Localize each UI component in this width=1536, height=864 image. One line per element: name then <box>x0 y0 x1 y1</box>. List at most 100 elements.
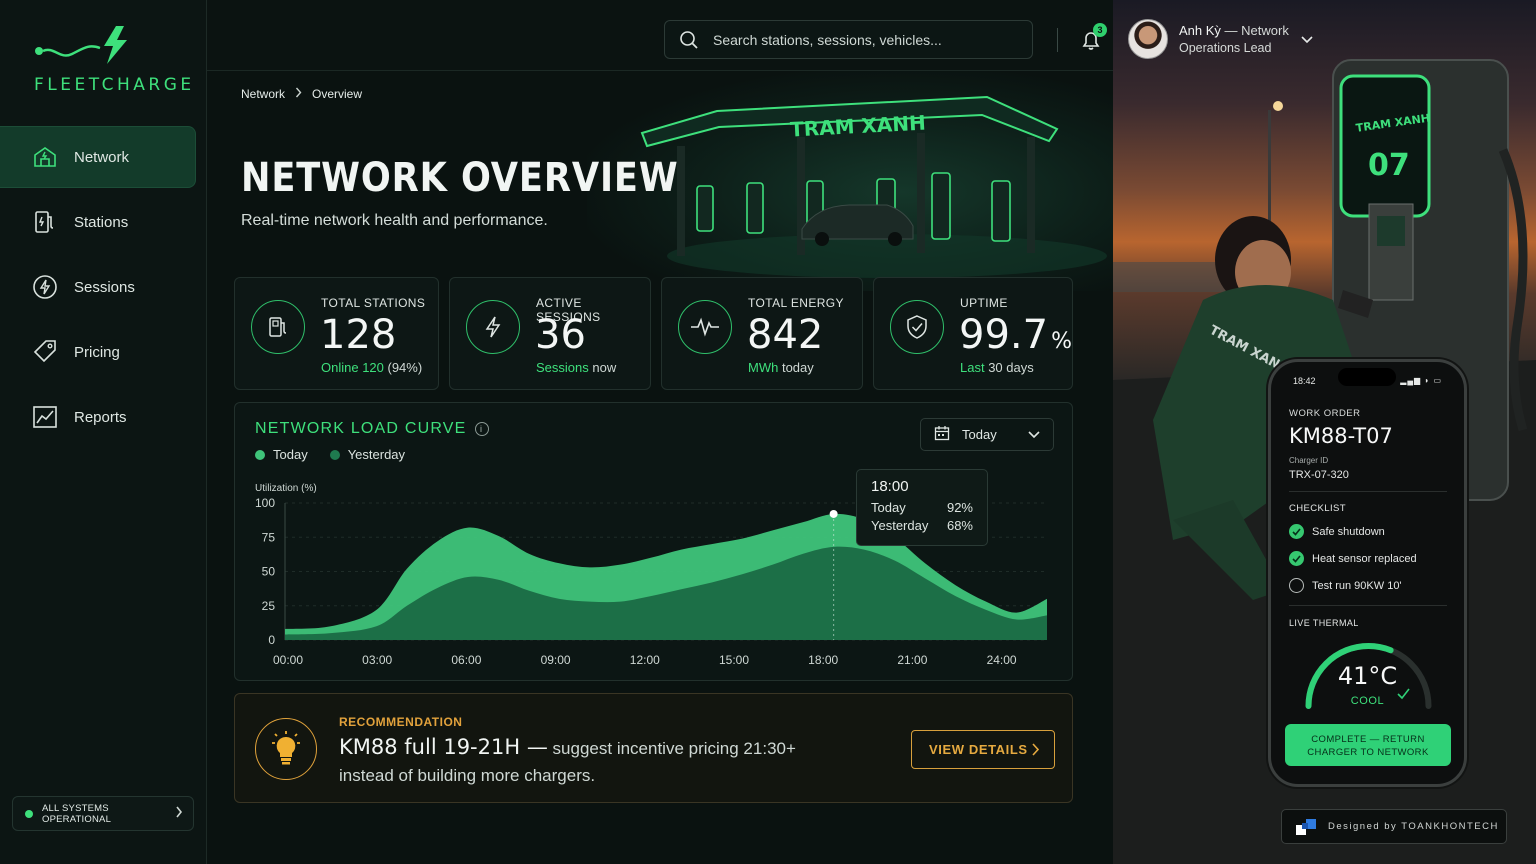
chart-title-text: NETWORK LOAD CURVE <box>255 420 467 437</box>
chart-title: NETWORK LOAD CURVE i <box>255 420 489 438</box>
charger-id-label: Charger ID <box>1289 456 1329 465</box>
kpi-sub-highlight: Last <box>960 360 985 375</box>
station-icon <box>32 209 58 235</box>
breadcrumb: Network Overview <box>241 87 362 101</box>
work-order-label: WORK ORDER <box>1289 408 1361 419</box>
y-tick-label: 50 <box>262 565 276 579</box>
kpi-sub-text: (94%) <box>383 360 423 375</box>
top-bar: 3 <box>207 0 1113 71</box>
x-tick-label: 21:00 <box>897 653 927 667</box>
kpi-value: 128 <box>320 312 396 358</box>
date-range-select[interactable]: Today <box>920 418 1054 451</box>
legend-swatch <box>329 449 340 460</box>
sidebar-item-reports[interactable]: Reports <box>0 386 196 448</box>
kpi-sub: Last 30 days <box>960 360 1034 375</box>
y-tick-label: 100 <box>255 496 275 510</box>
recommendation-headline: KM88 full 19-21H — <box>339 735 548 759</box>
kpi-sub-highlight: Sessions <box>536 360 589 375</box>
kpi-sub: Online 120 (94%) <box>321 360 422 375</box>
chart-icon <box>32 404 58 430</box>
recommendation-card: RECOMMENDATION KM88 full 19-21H — sugges… <box>234 693 1073 803</box>
thermal-temperature: 41°C <box>1337 662 1398 690</box>
tooltip-row-yesterday: Yesterday 68% <box>871 518 973 533</box>
search-box[interactable] <box>664 20 1033 59</box>
checklist-item[interactable]: Heat sensor replaced <box>1289 551 1417 566</box>
canopy-sign: TRAM XANH <box>640 101 1060 151</box>
checklist-item[interactable]: Safe shutdown <box>1289 524 1385 539</box>
user-menu[interactable]: Anh Kỳ — Network Operations Lead <box>1128 18 1328 60</box>
kpi-card-total-energy[interactable]: TOTAL ENERGY 842 MWh today <box>661 277 863 390</box>
brand-logo[interactable]: FLEETCHARGE <box>34 24 191 95</box>
view-details-button[interactable]: VIEW DETAILS <box>911 730 1055 769</box>
legend-item-today[interactable]: Today <box>255 447 308 462</box>
notification-badge: 3 <box>1093 23 1107 37</box>
kpi-card-active-sessions[interactable]: ACTIVE SESSIONS 36 Sessions now <box>449 277 651 390</box>
kpi-sub: Sessions now <box>536 360 616 375</box>
kpi-sub-highlight: MWh <box>748 360 779 375</box>
lightning-plug-icon <box>35 26 127 64</box>
user-name: Anh Kỳ — Network <box>1179 23 1289 38</box>
app-root: FLEETCHARGE Network Stations Sessions Pr… <box>0 0 1536 864</box>
checklist-item-label: Test run 90KW 10' <box>1312 579 1402 592</box>
chevron-right-icon <box>1031 742 1040 760</box>
user-role: Operations Lead <box>1179 41 1272 55</box>
checklist-item[interactable]: Test run 90KW 10' <box>1289 578 1402 593</box>
x-tick-label: 06:00 <box>451 653 481 667</box>
button-line-2: CHARGER TO NETWORK <box>1307 747 1429 758</box>
bolt-icon <box>466 300 520 354</box>
sidebar-item-stations[interactable]: Stations <box>0 191 196 253</box>
divider <box>1289 605 1447 606</box>
sidebar-item-pricing[interactable]: Pricing <box>0 321 196 383</box>
load-curve-card: Utilization (%) 0 25 50 75 100 00:00 03:00 06:00… <box>234 402 1073 681</box>
kpi-label: UPTIME <box>960 296 1008 310</box>
canopy-sign-text: TRAM XANH <box>789 111 926 142</box>
x-tick-label: 03:00 <box>362 653 392 667</box>
status-dot <box>25 809 33 818</box>
thermal-state: COOL <box>1350 695 1385 707</box>
search-icon <box>679 30 699 50</box>
checkbox-empty-icon <box>1289 578 1304 593</box>
legend-item-yesterday[interactable]: Yesterday <box>329 447 405 462</box>
sidebar-item-label: Pricing <box>74 343 120 361</box>
tooltip-time: 18:00 <box>871 478 909 495</box>
shield-icon <box>890 300 944 354</box>
checklist-label: CHECKLIST <box>1289 503 1346 514</box>
kpi-card-uptime[interactable]: UPTIME 99.7% Last 30 days <box>873 277 1073 390</box>
pulse-icon <box>678 300 732 354</box>
kpi-card-total-stations[interactable]: TOTAL STATIONS 128 Online 120 (94%) <box>234 277 439 390</box>
checklist-item-label: Heat sensor replaced <box>1312 552 1417 565</box>
kpi-sub: MWh today <box>748 360 814 375</box>
designer-logo-icon <box>1296 818 1318 835</box>
highlight-marker <box>829 509 838 518</box>
recommendation-label: RECOMMENDATION <box>339 715 463 729</box>
breadcrumb-current: Overview <box>312 87 363 101</box>
sidebar-item-label: Stations <box>74 213 129 231</box>
system-status-button[interactable]: ALL SYSTEMS OPERATIONAL <box>12 796 194 831</box>
chart-legend: Today Yesterday <box>255 447 427 462</box>
station-icon <box>251 300 305 354</box>
info-icon[interactable]: i <box>474 422 489 436</box>
sidebar-item-sessions[interactable]: Sessions <box>0 256 196 318</box>
y-tick-label: 0 <box>268 633 275 647</box>
kpi-value-unit: % <box>1051 329 1072 354</box>
legend-swatch <box>255 449 265 460</box>
kpi-value: 36 <box>535 312 586 358</box>
tooltip-label: Yesterday <box>871 518 929 533</box>
breadcrumb-root-link[interactable]: Network <box>241 87 285 101</box>
kpi-value-number: 99.7 <box>959 312 1049 358</box>
search-input[interactable] <box>713 31 1013 48</box>
page-title: NETWORK OVERVIEW <box>241 155 679 201</box>
complete-return-button[interactable]: COMPLETE — RETURN CHARGER TO NETWORK <box>1285 724 1451 766</box>
kpi-value-number: 842 <box>747 312 824 358</box>
checkbox-checked-icon <box>1289 551 1304 566</box>
tag-icon <box>32 339 58 365</box>
sidebar-item-network[interactable]: Network <box>0 126 196 188</box>
y-axis-label: Utilization (%) <box>255 483 317 494</box>
recommendation-text: KM88 full 19-21H — suggest incentive pri… <box>339 734 839 789</box>
chart-tooltip: 18:00 Today 92% Yesterday 68% <box>856 469 988 546</box>
x-tick-label: 18:00 <box>808 653 838 667</box>
designer-credit[interactable]: Designed by TOANKHONTECH <box>1281 809 1507 844</box>
kpi-label: TOTAL ENERGY <box>748 296 844 310</box>
kpi-sub-text: now <box>588 360 617 375</box>
designer-credit-text: Designed by TOANKHONTECH <box>1328 821 1499 832</box>
